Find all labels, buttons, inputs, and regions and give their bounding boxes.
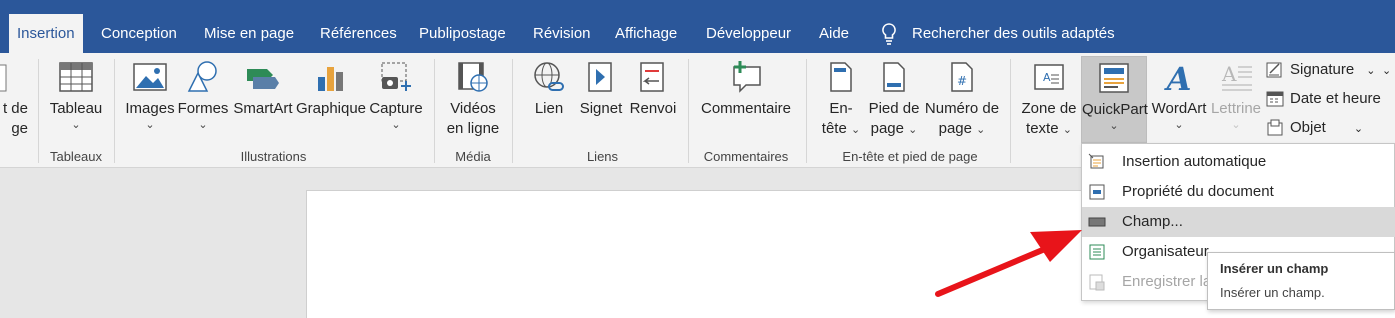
champ-tooltip: Insérer un champ Insérer un champ. [1207,252,1395,310]
tab-revision[interactable]: Révision [525,14,599,53]
smartart-button[interactable]: SmartArt [231,59,295,119]
formes-button[interactable]: Formes ⌄ [177,59,229,131]
numero-de-page-button[interactable]: # Numéro de page ⌄ [922,59,1002,139]
page-break-button[interactable]: t de ge [0,59,28,139]
calendar-icon [1266,91,1284,107]
separator [1010,59,1011,163]
lightbulb-icon [882,23,896,45]
header-icon [830,62,852,92]
svg-text:A: A [1221,62,1237,86]
svg-text:A: A [1043,71,1051,84]
screenshot-icon [381,62,411,91]
text-box-icon: A [1034,64,1064,90]
online-video-icon [458,62,488,92]
videos-en-ligne-button[interactable]: Vidéos en ligne [442,59,504,139]
signature-button[interactable]: Signature ⌄ [1266,58,1375,82]
graphique-button[interactable]: Graphique [295,59,367,119]
ribbon-tab-bar: Insertion Conception Mise en page Référe… [0,0,1395,53]
separator [38,59,39,163]
tab-mise-en-page[interactable]: Mise en page [196,14,302,53]
smartart-icon [247,69,279,89]
chart-icon [318,67,343,91]
drop-cap-icon: A [1221,62,1252,91]
separator [114,59,115,163]
tab-insertion[interactable]: Insertion [9,14,83,53]
svg-text:A: A [1164,60,1192,95]
signet-button[interactable]: Signet [578,59,624,119]
group-label-media: Média [455,149,491,164]
quickpart-button[interactable]: QuickPart ⌄ [1081,56,1148,143]
field-icon [1088,217,1106,227]
objet-button[interactable]: Objet ⌄ [1266,116,1363,140]
tableau-button[interactable]: Tableau ⌄ [46,59,106,131]
group-label-tableaux: Tableaux [49,149,103,164]
separator [512,59,513,163]
signature-line-icon [1266,62,1282,78]
tab-affichage[interactable]: Affichage [607,14,685,53]
commentaire-button[interactable]: Commentaire [698,59,794,119]
separator [688,59,689,163]
menu-item-propriete-document[interactable]: Propriété du document [1082,177,1395,207]
svg-text:#: # [957,74,967,88]
table-icon [59,62,93,92]
shapes-icon [187,61,217,92]
picture-icon [133,63,167,91]
group-label-illustrations: Illustrations [240,149,307,164]
wordart-button[interactable]: A WordArt ⌄ [1150,59,1208,131]
date-et-heure-button[interactable]: Date et heure [1266,87,1381,111]
search-label: Rechercher des outils adaptés [912,25,1115,42]
lettrine-button[interactable]: A Lettrine ⌄ [1208,59,1264,131]
footer-icon [883,62,905,92]
separator [434,59,435,163]
ribbon-more-chevron[interactable]: ⌄ [1370,58,1391,82]
tab-publipostage[interactable]: Publipostage [411,14,514,53]
tab-aide[interactable]: Aide [811,14,857,53]
menu-item-insertion-automatique[interactable]: Insertion automatique [1082,147,1395,177]
images-button[interactable]: Images ⌄ [122,59,178,131]
separator [806,59,807,163]
group-label-commentaires: Commentaires [703,149,789,164]
tab-conception[interactable]: Conception [93,14,185,53]
group-label-entete-pied: En-tête et pied de page [842,149,978,164]
page-icon [0,64,7,92]
renvoi-button[interactable]: Renvoi [628,59,678,119]
autotext-icon [1088,153,1104,169]
menu-item-champ[interactable]: Champ... [1082,207,1395,237]
page-number-icon: # [951,62,973,92]
quick-parts-icon [1099,63,1129,93]
lien-button[interactable]: Lien [527,59,571,119]
bookmark-icon [588,62,612,92]
cross-reference-icon [640,62,664,92]
document-property-icon [1089,184,1105,200]
tell-me-search[interactable]: Rechercher des outils adaptés [880,14,1115,53]
object-icon [1267,119,1283,136]
save-selection-icon [1089,274,1105,291]
wordart-icon: A [1164,60,1192,95]
link-icon [534,62,564,91]
capture-button[interactable]: Capture ⌄ [367,59,425,131]
zone-de-texte-button[interactable]: A Zone de texte ⌄ [1018,59,1080,139]
pied-de-page-button[interactable]: Pied de page ⌄ [866,59,922,139]
building-blocks-organizer-icon [1089,244,1105,260]
group-label-liens: Liens [586,149,619,164]
new-comment-icon [733,61,761,93]
en-tete-button[interactable]: En- tête ⌄ [818,59,864,139]
tab-references[interactable]: Références [312,14,405,53]
tooltip-description: Insérer un champ. [1220,285,1325,300]
tab-developpeur[interactable]: Développeur [698,14,799,53]
tooltip-title: Insérer un champ [1220,261,1329,276]
